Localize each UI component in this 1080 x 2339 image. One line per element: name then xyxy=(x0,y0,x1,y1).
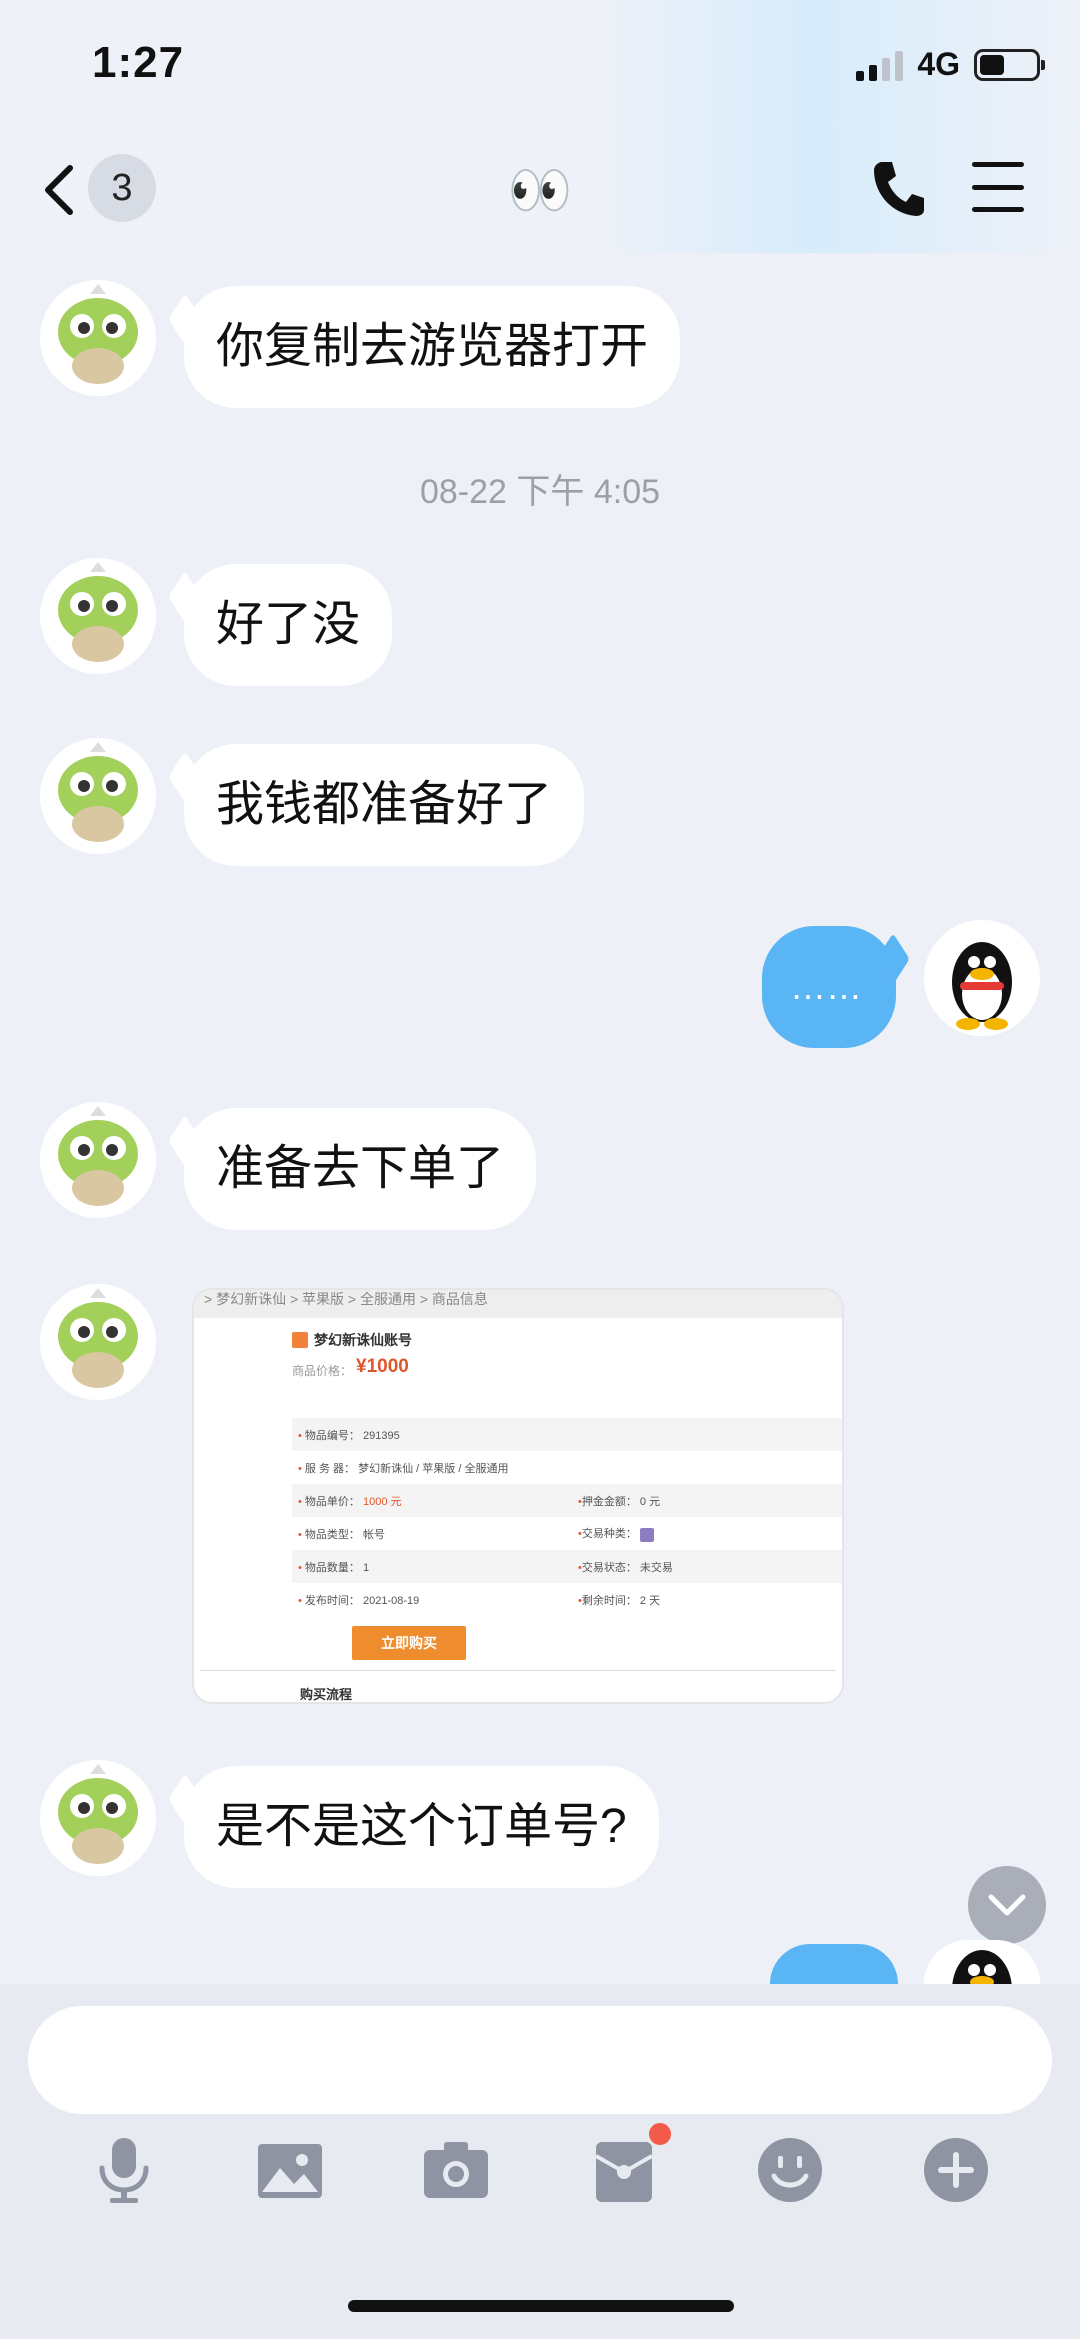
table-row: • 物品单价： 1000 元 •押金金额： 0 元 xyxy=(292,1484,842,1517)
battery-icon xyxy=(974,48,1045,81)
signal-icon xyxy=(856,49,904,81)
phone-button[interactable] xyxy=(870,158,926,218)
table-row: • 物品类型： 帐号 •交易种类： xyxy=(292,1517,842,1550)
status-indicators: 4G xyxy=(856,46,1045,83)
top-bar: 1:27 4G 3 👀 xyxy=(0,0,1080,253)
input-bar xyxy=(0,1984,1080,2339)
message-bubble[interactable]: 准备去下单了 xyxy=(184,1108,537,1230)
table-row: • 服 务 器： 梦幻新诛仙 / 苹果版 / 全服通用 xyxy=(298,1462,509,1475)
emoji-icon xyxy=(758,2138,822,2202)
image-icon xyxy=(258,2144,322,2198)
my-avatar[interactable] xyxy=(924,920,1040,1036)
scroll-to-bottom-button[interactable] xyxy=(968,1866,1046,1944)
frog-avatar-icon xyxy=(40,738,156,854)
chevron-down-icon xyxy=(988,1894,1026,1916)
trade-type-icon xyxy=(639,1527,654,1542)
frog-avatar-icon xyxy=(40,1102,156,1218)
image-product-title: 梦幻新诛仙账号 xyxy=(292,1330,412,1350)
frog-avatar-icon xyxy=(40,558,156,674)
emoji-button[interactable] xyxy=(754,2134,826,2206)
toolbar xyxy=(0,2120,1080,2214)
product-details-table: • 物品编号： 291395 • 服 务 器： 梦幻新诛仙 / 苹果版 / 全服… xyxy=(292,1418,842,1616)
price-value: ¥1000 xyxy=(356,1356,409,1377)
menu-button[interactable] xyxy=(972,162,1024,212)
purchase-flow-label: 购买流程 xyxy=(300,1687,353,1702)
image-breadcrumb: > 梦幻新诛仙 > 苹果版 > 全服通用 > 商品信息 xyxy=(194,1290,842,1318)
contact-avatar[interactable] xyxy=(40,1284,156,1400)
message-bubble[interactable]: 是不是这个订单号? xyxy=(184,1766,659,1888)
image-message[interactable]: > 梦幻新诛仙 > 苹果版 > 全服通用 > 商品信息 梦幻新诛仙账号 商品价格… xyxy=(192,1288,844,1704)
chat-header: 3 👀 xyxy=(0,150,1080,230)
message-bubble[interactable]: 好了没 xyxy=(184,564,393,686)
contact-avatar[interactable] xyxy=(40,1760,156,1876)
more-button[interactable] xyxy=(920,2134,992,2206)
frog-avatar-icon xyxy=(40,280,156,396)
table-row: • 发布时间： 2021-08-19 •剩余时间： 2 天 xyxy=(298,1594,661,1607)
red-packet-button[interactable] xyxy=(588,2120,674,2206)
message-bubble-self-partial xyxy=(770,1944,898,1984)
microphone-icon xyxy=(99,2138,149,2203)
buy-now-button: 立即购买 xyxy=(352,1626,466,1660)
my-avatar xyxy=(924,1940,1040,1984)
contact-avatar[interactable] xyxy=(40,280,156,396)
table-row: • 物品编号： 291395 xyxy=(292,1418,842,1451)
message-bubble-self[interactable]: …… xyxy=(762,926,896,1048)
phone-icon xyxy=(874,162,924,216)
frog-avatar-icon xyxy=(40,1760,156,1876)
plus-icon xyxy=(924,2138,988,2202)
photo-button[interactable] xyxy=(254,2134,326,2206)
penguin-avatar-icon xyxy=(924,920,1040,1036)
camera-icon xyxy=(424,2142,488,2198)
notification-dot xyxy=(646,2120,674,2148)
message-input[interactable] xyxy=(28,2006,1052,2114)
contact-avatar[interactable] xyxy=(40,558,156,674)
message-timestamp: 08-22 下午 4:05 xyxy=(419,473,661,511)
table-row: • 物品数量： 1 •交易状态： 未交易 xyxy=(292,1550,842,1583)
home-indicator xyxy=(348,2300,734,2312)
divider xyxy=(200,1670,836,1671)
product-title-text: 梦幻新诛仙账号 xyxy=(314,1332,412,1348)
contact-avatar[interactable] xyxy=(40,1102,156,1218)
voice-button[interactable] xyxy=(88,2134,160,2206)
price-label: 商品价格： xyxy=(292,1364,353,1378)
red-packet-icon xyxy=(595,2142,653,2202)
penguin-avatar-icon xyxy=(924,1940,1040,1984)
camera-button[interactable] xyxy=(420,2134,492,2206)
message-bubble[interactable]: 你复制去游览器打开 xyxy=(184,286,681,408)
product-icon xyxy=(292,1332,308,1348)
contact-avatar[interactable] xyxy=(40,738,156,854)
menu-icon xyxy=(972,162,1024,167)
frog-avatar-icon xyxy=(40,1284,156,1400)
message-bubble[interactable]: 我钱都准备好了 xyxy=(184,744,585,866)
network-label: 4G xyxy=(917,46,960,82)
status-time: 1:27 xyxy=(92,38,185,87)
